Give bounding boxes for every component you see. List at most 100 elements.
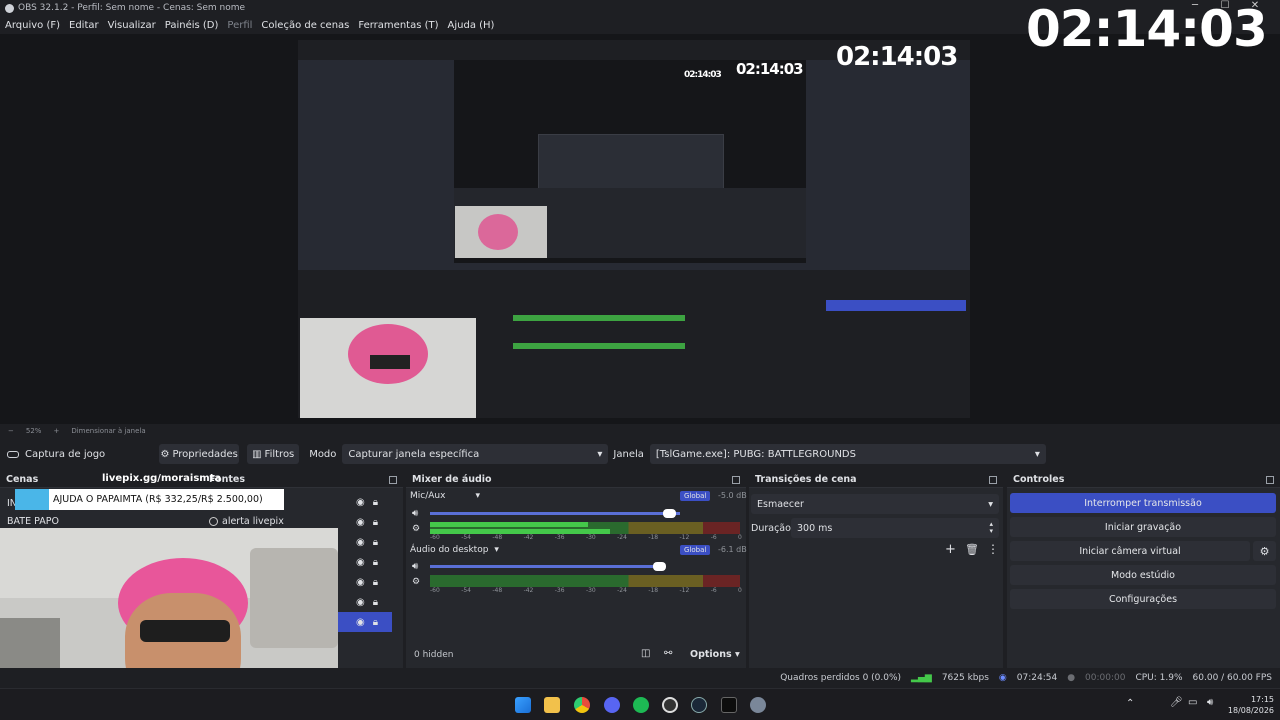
duration-input[interactable]: 300 ms ▴ ▾ [791, 518, 999, 538]
eye-icon[interactable]: ◉ [356, 617, 365, 628]
transition-select[interactable]: Esmaecer ▾ [751, 494, 999, 514]
tray-chevron-icon[interactable]: ⌃ [1126, 698, 1134, 709]
source-visibility-column: ◉ 🔒︎ ◉ 🔒︎ ◉ 🔒︎ ◉ 🔒︎ ◉ 🔒︎ ◉ 🔒︎ ◉ 🔒︎ [338, 492, 392, 632]
desktop-volume-handle[interactable] [653, 562, 666, 571]
undock-icon[interactable] [389, 475, 397, 484]
settings-button[interactable]: Configurações [1010, 589, 1276, 609]
more-icon[interactable]: ⋮ [987, 542, 999, 556]
layout-icon[interactable]: ◫ [641, 648, 650, 659]
desktop-channel-name[interactable]: Áudio do desktop ▾ [410, 545, 499, 555]
preview-canvas[interactable]: 02:14:03 02:14:03 02:14:03 [298, 40, 970, 418]
source-toolbar: Captura de jogo ⚙ Propriedades ▥ Filtros… [0, 442, 1280, 466]
lock-icon[interactable]: 🔒︎ [373, 537, 378, 548]
mic-volume-slider[interactable] [430, 512, 680, 515]
steam-icon[interactable] [691, 697, 707, 713]
menu-visualizar[interactable]: Visualizar [108, 20, 156, 31]
menu-editar[interactable]: Editar [69, 20, 99, 31]
filters-button[interactable]: ▥ Filtros [247, 444, 300, 464]
stream-time: 07:24:54 [1016, 673, 1058, 683]
mic-channel-name[interactable]: Mic/Aux ▾ [410, 491, 480, 501]
mixer-dock-header: Mixer de áudio [406, 472, 746, 488]
undock-icon[interactable] [989, 475, 997, 484]
duration-label: Duração [751, 523, 791, 534]
menu-colecao-cenas[interactable]: Coleção de cenas [261, 20, 349, 31]
lock-icon[interactable]: 🔒︎ [373, 577, 378, 588]
fps: 60.00 / 60.00 FPS [1192, 673, 1272, 683]
options-button[interactable]: Options ▾ [690, 649, 740, 660]
virtual-camera-button[interactable]: Iniciar câmera virtual [1010, 541, 1250, 561]
undock-icon[interactable] [1266, 475, 1274, 484]
record-time: 00:00:00 [1085, 673, 1126, 683]
tray-speaker-icon[interactable]: 🔊︎ [1207, 697, 1213, 708]
add-transition-icon[interactable]: + [945, 542, 956, 557]
undock-icon[interactable] [732, 475, 740, 484]
spotify-icon[interactable] [633, 697, 649, 713]
eye-icon[interactable]: ◉ [356, 597, 365, 608]
eye-icon[interactable]: ◉ [356, 557, 365, 568]
file-explorer-icon[interactable] [544, 697, 560, 713]
chevron-down-icon: ▾ [734, 649, 740, 660]
eye-icon[interactable]: ◉ [356, 537, 365, 548]
eye-icon[interactable]: ◉ [356, 577, 365, 588]
link-icon[interactable]: ⚯ [664, 648, 672, 659]
zoom-in-button[interactable]: + [53, 427, 59, 435]
livepix-url-overlay: livepix.gg/moraismta [102, 473, 222, 484]
eye-icon[interactable]: ◉ [356, 497, 365, 508]
lock-icon[interactable]: 🔒︎ [373, 617, 378, 628]
properties-button[interactable]: ⚙ Propriedades [159, 444, 240, 464]
mode-select[interactable]: Capturar janela específica ▾ [342, 444, 609, 464]
trash-icon[interactable]: 🗑︎ [965, 543, 979, 556]
tray-network-icon[interactable]: 🎤︎ [1170, 697, 1183, 708]
speaker-icon[interactable]: 🔊︎ [412, 561, 418, 572]
mic-global-badge: Global [680, 491, 711, 501]
menu-perfil[interactable]: Perfil [227, 20, 252, 31]
stepper-icon: ▴ ▾ [989, 520, 993, 535]
mic-settings-icon[interactable]: ⚙ [412, 524, 420, 534]
desktop-db: -6.1 dB [718, 545, 747, 554]
tray-clock[interactable]: 17:15 18/08/2026 [1224, 694, 1274, 716]
transitions-dock-header: Transições de cena [749, 472, 1003, 488]
chevron-down-icon: ▾ [597, 448, 603, 460]
eye-icon[interactable]: ◉ [356, 517, 365, 528]
stream-icon: ◉ [998, 673, 1007, 683]
signal-icon: ▂▄▆ [911, 673, 932, 683]
zoom-out-button[interactable]: − [8, 427, 14, 435]
chevron-down-icon: ▾ [1034, 448, 1040, 460]
taskbar: ⌃ 🎤︎ ▭ 🔊︎ 17:15 18/08/2026 [0, 688, 1280, 720]
mic-volume-handle[interactable] [663, 509, 676, 518]
game-icon[interactable] [721, 697, 737, 713]
obs-icon[interactable] [662, 697, 678, 713]
browser-source-icon [209, 516, 218, 526]
chrome-icon[interactable] [574, 697, 590, 713]
menu-ajuda[interactable]: Ajuda (H) [448, 20, 495, 31]
desktop-settings-icon[interactable]: ⚙ [412, 577, 420, 587]
window-select[interactable]: [TslGame.exe]: PUBG: BATTLEGROUNDS ▾ [649, 444, 1046, 464]
desktop-volume-slider[interactable] [430, 565, 656, 568]
chevron-down-icon: ▾ [988, 498, 993, 510]
menu-ferramentas[interactable]: Ferramentas (T) [358, 20, 438, 31]
lock-icon[interactable]: 🔒︎ [373, 597, 378, 608]
inner-clock-3: 02:14:03 [684, 70, 722, 80]
lock-icon[interactable]: 🔒︎ [373, 517, 378, 528]
stop-stream-button[interactable]: Interromper transmissão [1010, 493, 1276, 513]
inner-clock-1: 02:14:03 [836, 42, 958, 72]
desktop-global-badge: Global [680, 545, 711, 555]
speaker-icon[interactable]: 🔊︎ [412, 508, 418, 519]
virtual-camera-settings-icon[interactable]: ⚙ [1253, 541, 1276, 561]
lock-icon[interactable]: 🔒︎ [373, 497, 378, 508]
start-recording-button[interactable]: Iniciar gravação [1010, 517, 1276, 537]
inner-clock-2: 02:14:03 [736, 60, 804, 78]
tray-display-icon[interactable]: ▭ [1188, 697, 1197, 708]
cpu-usage: CPU: 1.9% [1135, 673, 1183, 683]
zoom-percent: 52% [25, 427, 42, 435]
studio-mode-button[interactable]: Modo estúdio [1010, 565, 1276, 585]
zoom-mode[interactable]: Dimensionar à janela [71, 427, 145, 435]
sources-hidden-count: 0 hidden [414, 650, 454, 660]
mixer-scale-2: -60 -54 -48 -42 -36 -30 -24 -18 -12 -6 0 [430, 587, 742, 594]
discord-icon[interactable] [604, 697, 620, 713]
settings-app-icon[interactable] [750, 697, 766, 713]
windows-start-icon[interactable] [515, 697, 531, 713]
menu-paineis[interactable]: Painéis (D) [165, 20, 219, 31]
menu-arquivo[interactable]: Arquivo (F) [5, 20, 60, 31]
lock-icon[interactable]: 🔒︎ [373, 557, 378, 568]
